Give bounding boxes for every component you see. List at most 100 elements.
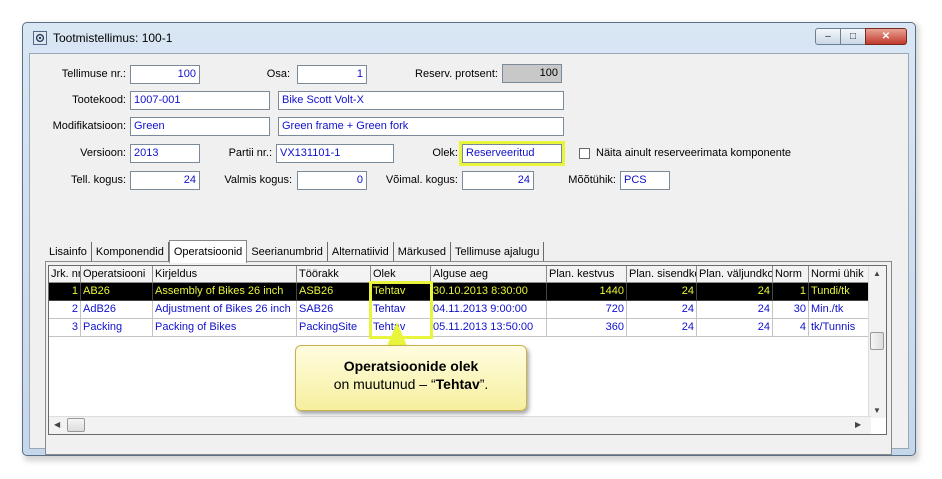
title-bar[interactable]: Tootmistellimus: 100-1 – □ ✕ <box>23 23 915 51</box>
scroll-up-icon[interactable]: ▲ <box>873 269 881 278</box>
table-row[interactable]: 2 AdB26 Adjustment of Bikes 26 inch SAB2… <box>49 301 869 319</box>
done-qty-field[interactable]: 0 <box>297 171 367 190</box>
scroll-left-icon[interactable]: ◀ <box>54 420 60 429</box>
cell-plan-input: 24 <box>627 283 697 301</box>
unit-label: Mõõtühik: <box>568 174 616 186</box>
table-row[interactable]: 1 AB26 Assembly of Bikes 26 inch ASB26 T… <box>49 283 869 301</box>
tab-seerianumbrid[interactable]: Seerianumbrid <box>247 242 328 262</box>
cell-workcell: ASB26 <box>297 283 371 301</box>
table-row[interactable]: 3 Packing Packing of Bikes PackingSite T… <box>49 319 869 337</box>
batch-no-field[interactable]: VX131101-1 <box>276 144 394 163</box>
cell-description: Assembly of Bikes 26 inch <box>153 283 297 301</box>
callout-text-prefix: on muutunud – “ <box>333 376 436 392</box>
cell-operation: AB26 <box>81 283 153 301</box>
cell-norm: 30 <box>773 301 809 319</box>
callout-pointer <box>387 322 407 346</box>
callout-title: Operatsioonide olek <box>343 358 479 374</box>
callout-text-bold: Tehtav <box>435 376 480 392</box>
show-unreserved-checkbox[interactable] <box>579 148 590 159</box>
scroll-right-icon[interactable]: ▶ <box>855 420 861 429</box>
cell-plan-duration: 1440 <box>547 283 627 301</box>
cell-norm-unit: tk/Tunnis <box>809 319 869 337</box>
cell-operation: AdB26 <box>81 301 153 319</box>
cell-description: Packing of Bikes <box>153 319 297 337</box>
col-header-plan-output[interactable]: Plan. väljundkogus <box>697 266 773 283</box>
reserve-percent-field: 100 <box>502 64 562 83</box>
horizontal-scroll-thumb[interactable] <box>67 418 85 432</box>
cell-workcell: SAB26 <box>297 301 371 319</box>
cell-plan-input: 24 <box>627 319 697 337</box>
cell-start-time: 30.10.2013 8:30:00 <box>431 283 547 301</box>
vertical-scroll-thumb[interactable] <box>870 332 884 350</box>
product-code-field[interactable]: 1007-001 <box>130 91 270 110</box>
cell-seq: 3 <box>49 319 81 337</box>
modification-field[interactable]: Green <box>130 117 270 136</box>
version-label: Versioon: <box>80 147 126 159</box>
grid-header: Jrk. nr Operatsiooni Kirjeldus Töörakk O… <box>49 266 869 283</box>
order-qty-field[interactable]: 24 <box>130 171 200 190</box>
reserve-percent-label: Reserv. protsent: <box>415 68 498 80</box>
tab-strip: Lisainfo Komponendid Operatsioonid Seeri… <box>45 240 545 263</box>
window-title: Tootmistellimus: 100-1 <box>53 31 173 45</box>
cell-plan-output: 24 <box>697 301 773 319</box>
vertical-scrollbar[interactable]: ▲ ▼ <box>868 266 886 418</box>
unit-field[interactable]: PCS <box>620 171 670 190</box>
product-code-label: Tootekood: <box>72 94 126 106</box>
modification-desc-field[interactable]: Green frame + Green fork <box>278 117 564 136</box>
cell-seq: 2 <box>49 301 81 319</box>
cell-description: Adjustment of Bikes 26 inch <box>153 301 297 319</box>
cell-plan-output: 24 <box>697 283 773 301</box>
horizontal-scrollbar[interactable]: ◀ ▶ <box>49 416 871 434</box>
cell-norm-unit: Min./tk <box>809 301 869 319</box>
part-label: Osa: <box>266 68 290 80</box>
callout-text-suffix: ”. <box>479 376 489 392</box>
modification-label: Modifikatsioon: <box>52 120 126 132</box>
scroll-down-icon[interactable]: ▼ <box>873 406 881 415</box>
cell-start-time: 04.11.2013 9:00:00 <box>431 301 547 319</box>
cell-norm-unit: Tundi/tk <box>809 283 869 301</box>
order-no-field[interactable]: 100 <box>130 65 200 84</box>
tab-operatsioonid[interactable]: Operatsioonid <box>168 240 248 263</box>
cell-plan-duration: 360 <box>547 319 627 337</box>
done-qty-label: Valmis kogus: <box>224 174 292 186</box>
status-field[interactable]: Reserveeritud <box>462 144 562 163</box>
col-header-plan-input[interactable]: Plan. sisendkogus <box>627 266 697 283</box>
tab-tellimuse-ajalugu[interactable]: Tellimuse ajalugu <box>451 242 545 262</box>
part-field[interactable]: 1 <box>297 65 367 84</box>
version-field[interactable]: 2013 <box>130 144 200 163</box>
col-header-seq[interactable]: Jrk. nr <box>49 266 81 283</box>
minimize-button[interactable]: – <box>815 28 841 45</box>
cell-norm: 4 <box>773 319 809 337</box>
cell-start-time: 05.11.2013 13:50:00 <box>431 319 547 337</box>
cell-status: Tehtav <box>371 301 431 319</box>
cell-plan-output: 24 <box>697 319 773 337</box>
cell-norm: 1 <box>773 283 809 301</box>
annotation-callout: Operatsioonide olek on muutunud – “Tehta… <box>295 345 527 411</box>
app-window-icon <box>33 31 47 45</box>
col-header-operation[interactable]: Operatsiooni <box>81 266 153 283</box>
tab-lisainfo[interactable]: Lisainfo <box>45 242 92 262</box>
tab-alternatiivid[interactable]: Alternatiivid <box>328 242 394 262</box>
possible-qty-field[interactable]: 24 <box>462 171 534 190</box>
col-header-norm[interactable]: Norm <box>773 266 809 283</box>
col-header-norm-unit[interactable]: Normi ühik <box>809 266 869 283</box>
product-name-field[interactable]: Bike Scott Volt-X <box>278 91 564 110</box>
show-unreserved-label: Näita ainult reserveerimata komponente <box>596 147 792 159</box>
tab-komponendid[interactable]: Komponendid <box>92 242 169 262</box>
maximize-button[interactable]: □ <box>840 28 866 45</box>
order-no-label: Tellimuse nr.: <box>61 68 126 80</box>
col-header-workcell[interactable]: Töörakk <box>297 266 371 283</box>
col-header-description[interactable]: Kirjeldus <box>153 266 297 283</box>
cell-seq: 1 <box>49 283 81 301</box>
cell-operation: Packing <box>81 319 153 337</box>
cell-plan-input: 24 <box>627 301 697 319</box>
possible-qty-label: Võimal. kogus: <box>385 174 458 186</box>
col-header-status[interactable]: Olek <box>371 266 431 283</box>
callout-text: on muutunud – “Tehtav”. <box>296 376 526 392</box>
col-header-plan-duration[interactable]: Plan. kestvus <box>547 266 627 283</box>
col-header-start-time[interactable]: Alguse aeg <box>431 266 547 283</box>
close-button[interactable]: ✕ <box>865 28 907 45</box>
batch-no-label: Partii nr.: <box>228 147 272 159</box>
status-label: Olek: <box>432 147 458 159</box>
tab-markused[interactable]: Märkused <box>394 242 452 262</box>
